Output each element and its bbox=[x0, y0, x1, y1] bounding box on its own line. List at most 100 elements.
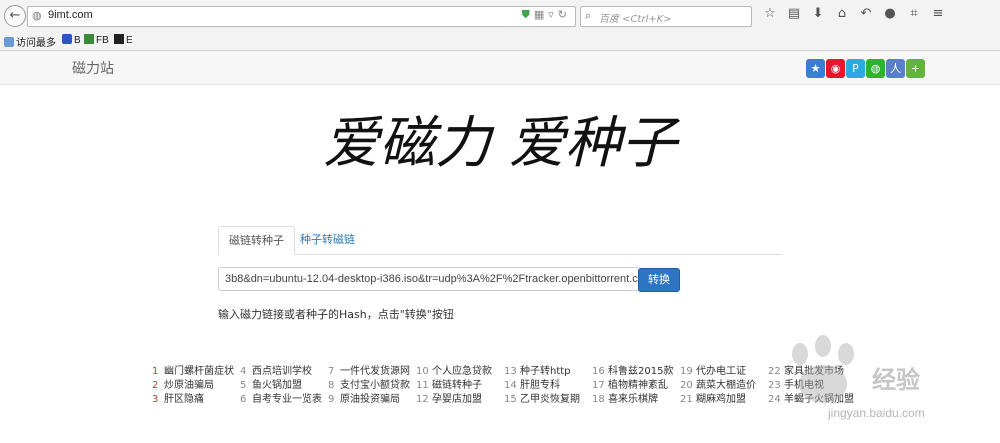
bookmark-most-visited[interactable]: 访问最多 bbox=[4, 34, 56, 49]
list-item[interactable]: 15 乙甲炎恢复期 bbox=[504, 393, 592, 407]
link-text[interactable]: 手机电视 bbox=[784, 380, 824, 391]
rank-number: 8 bbox=[328, 380, 335, 391]
qr-icon[interactable]: ▦ bbox=[534, 8, 548, 21]
list-item[interactable]: 9 原油投资骗局 bbox=[328, 393, 416, 407]
link-text[interactable]: 支付宝小额贷款 bbox=[340, 380, 410, 391]
rank-number: 15 bbox=[504, 394, 517, 405]
dropdown-icon[interactable]: ▿ bbox=[548, 8, 558, 21]
link-text[interactable]: 家具批发市场 bbox=[784, 366, 844, 377]
link-text[interactable]: 科鲁兹2015款 bbox=[608, 366, 673, 377]
wechat-icon[interactable]: ◍ bbox=[866, 59, 885, 78]
address-bar-icons: ⛊▦▿↻ bbox=[522, 8, 571, 22]
link-text[interactable]: 孕婴店加盟 bbox=[432, 394, 482, 405]
link-text[interactable]: 自考专业一览表 bbox=[252, 394, 322, 405]
reading-list-icon[interactable]: ▤ bbox=[782, 6, 806, 21]
site-navbar: 磁力站 ★ ◉ P ◍ 人 + bbox=[0, 51, 1000, 85]
list-item[interactable]: 12 孕婴店加盟 bbox=[416, 393, 504, 407]
bookmarks-bar: 访问最多 B FB E bbox=[0, 32, 1000, 51]
tab-torrent-to-magnet[interactable]: 种子转磁链 bbox=[290, 226, 365, 253]
crop-icon[interactable]: ⌗ bbox=[902, 6, 926, 21]
back-button[interactable]: ← bbox=[4, 5, 26, 27]
link-text[interactable]: 幽门螺杆菌症状 bbox=[164, 366, 234, 377]
download-icon[interactable]: ⬇ bbox=[806, 6, 830, 21]
undo-icon[interactable]: ↶ bbox=[854, 6, 878, 21]
chat-icon[interactable]: ● bbox=[878, 6, 902, 21]
list-item[interactable]: 20 蔬菜大棚造价 bbox=[680, 379, 768, 393]
convert-button[interactable]: 转换 bbox=[638, 268, 680, 292]
magnet-input[interactable]: 3b8&dn=ubuntu-12.04-desktop-i386.iso&tr=… bbox=[218, 267, 640, 291]
list-item[interactable]: 16 科鲁兹2015款 bbox=[592, 365, 680, 379]
link-text[interactable]: 西点培训学校 bbox=[252, 366, 312, 377]
link-text[interactable]: 一件代发货源网 bbox=[340, 366, 410, 377]
link-text[interactable]: 植物精神紊乱 bbox=[608, 380, 668, 391]
list-item[interactable]: 21 糊麻鸡加盟 bbox=[680, 393, 768, 407]
link-text[interactable]: 代办电工证 bbox=[696, 366, 746, 377]
link-text[interactable]: 羊蝎子火锅加盟 bbox=[784, 394, 854, 405]
rank-number: 11 bbox=[416, 380, 429, 391]
url-text[interactable]: 9imt.com bbox=[48, 9, 93, 21]
link-text[interactable]: 糊麻鸡加盟 bbox=[696, 394, 746, 405]
renren-icon[interactable]: 人 bbox=[886, 59, 905, 78]
home-icon[interactable]: ⌂ bbox=[830, 6, 854, 21]
rank-number: 9 bbox=[328, 394, 335, 405]
list-item[interactable]: 8 支付宝小额贷款 bbox=[328, 379, 416, 393]
link-text[interactable]: 原油投资骗局 bbox=[340, 394, 400, 405]
list-item[interactable]: 17 植物精神紊乱 bbox=[592, 379, 680, 393]
list-item[interactable]: 6 自考专业一览表 bbox=[240, 393, 328, 407]
rank-number: 23 bbox=[768, 380, 781, 391]
search-placeholder: 百度 <Ctrl+K> bbox=[599, 14, 672, 25]
help-text: 输入磁力链接或者种子的Hash，点击"转换"按钮 bbox=[218, 308, 454, 321]
tab-magnet-to-torrent[interactable]: 磁链转种子 bbox=[218, 226, 295, 255]
pinterest-icon[interactable]: P bbox=[846, 59, 865, 78]
bookmark-b[interactable]: B bbox=[62, 34, 81, 46]
link-text[interactable]: 种子转http bbox=[520, 366, 571, 377]
site-brand[interactable]: 磁力站 bbox=[72, 58, 114, 78]
weibo-icon[interactable]: ◉ bbox=[826, 59, 845, 78]
list-item[interactable]: 18 喜来乐棋牌 bbox=[592, 393, 680, 407]
link-text[interactable]: 肝胆专科 bbox=[520, 380, 560, 391]
list-item[interactable]: 5 鱼火锅加盟 bbox=[240, 379, 328, 393]
list-item[interactable]: 24 羊蝎子火锅加盟 bbox=[768, 393, 856, 407]
rank-number: 18 bbox=[592, 394, 605, 405]
links-column: 4 西点培训学校 5 鱼火锅加盟 6 自考专业一览表 bbox=[240, 365, 328, 407]
rank-number: 19 bbox=[680, 366, 693, 377]
search-box[interactable]: ⌕ 百度 <Ctrl+K> bbox=[580, 6, 752, 27]
link-text[interactable]: 喜来乐棋牌 bbox=[608, 394, 658, 405]
rank-number: 7 bbox=[328, 366, 335, 377]
rank-number: 12 bbox=[416, 394, 429, 405]
bookmark-fb[interactable]: FB bbox=[84, 34, 109, 46]
link-text[interactable]: 蔬菜大棚造价 bbox=[696, 380, 756, 391]
list-item[interactable]: 7 一件代发货源网 bbox=[328, 365, 416, 379]
favorite-star-icon[interactable]: ★ bbox=[806, 59, 825, 78]
link-text[interactable]: 炒原油骗局 bbox=[164, 380, 214, 391]
list-item[interactable]: 1 幽门螺杆菌症状 bbox=[152, 365, 240, 379]
list-item[interactable]: 3 肝区隐痛 bbox=[152, 393, 240, 407]
list-item[interactable]: 10 个人应急贷款 bbox=[416, 365, 504, 379]
rank-number: 21 bbox=[680, 394, 693, 405]
bookmark-e[interactable]: E bbox=[114, 34, 133, 46]
rank-number: 13 bbox=[504, 366, 517, 377]
list-item[interactable]: 13 种子转http bbox=[504, 365, 592, 379]
link-text[interactable]: 磁链转种子 bbox=[432, 380, 482, 391]
list-item[interactable]: 4 西点培训学校 bbox=[240, 365, 328, 379]
links-column: 19 代办电工证 20 蔬菜大棚造价 21 糊麻鸡加盟 bbox=[680, 365, 768, 407]
address-bar[interactable]: ◍ 9imt.com ⛊▦▿↻ bbox=[27, 6, 576, 27]
more-share-icon[interactable]: + bbox=[906, 59, 925, 78]
list-item[interactable]: 2 炒原油骗局 bbox=[152, 379, 240, 393]
link-text[interactable]: 乙甲炎恢复期 bbox=[520, 394, 580, 405]
list-item[interactable]: 19 代办电工证 bbox=[680, 365, 768, 379]
menu-icon[interactable]: ≡ bbox=[926, 6, 950, 21]
rank-number: 10 bbox=[416, 366, 429, 377]
list-item[interactable]: 22 家具批发市场 bbox=[768, 365, 856, 379]
link-text[interactable]: 鱼火锅加盟 bbox=[252, 380, 302, 391]
bookmark-star-icon[interactable]: ☆ bbox=[758, 6, 782, 21]
list-item[interactable]: 14 肝胆专科 bbox=[504, 379, 592, 393]
list-item[interactable]: 11 磁链转种子 bbox=[416, 379, 504, 393]
shield-icon[interactable]: ⛊ bbox=[522, 8, 534, 21]
rank-number: 20 bbox=[680, 380, 693, 391]
list-item[interactable]: 23 手机电视 bbox=[768, 379, 856, 393]
rank-number: 16 bbox=[592, 366, 605, 377]
link-text[interactable]: 肝区隐痛 bbox=[164, 394, 204, 405]
link-text[interactable]: 个人应急贷款 bbox=[432, 366, 492, 377]
reload-icon[interactable]: ↻ bbox=[558, 8, 571, 21]
